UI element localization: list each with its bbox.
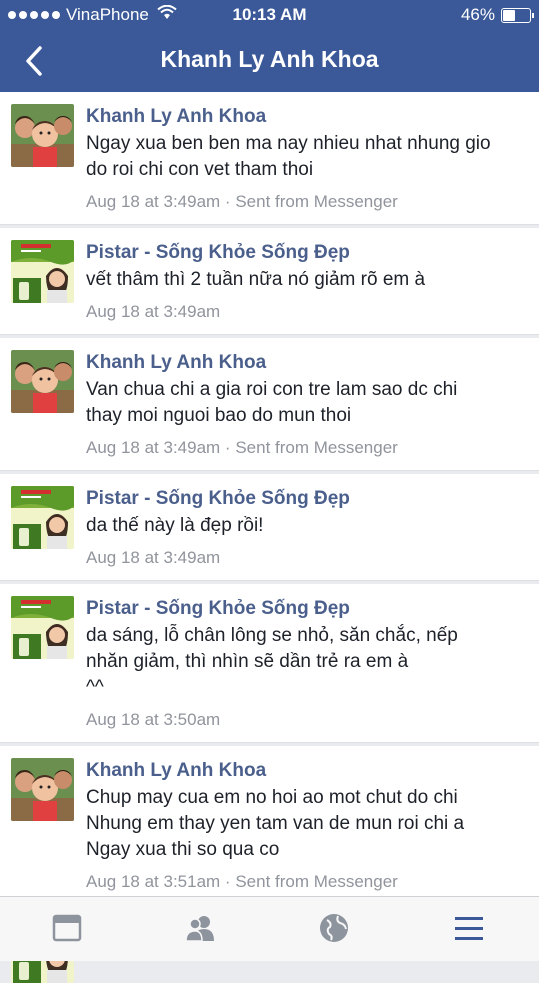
battery-percent: 46% <box>460 5 495 24</box>
avatar[interactable] <box>11 486 74 549</box>
sender-name[interactable]: Khanh Ly Anh Khoa <box>86 760 266 782</box>
sender-name[interactable]: Khanh Ly Anh Khoa <box>86 352 266 374</box>
message-meta: Aug 18 at 3:49am <box>86 548 221 567</box>
message-line: Ngay xua ben ben ma nay nhieu nhat nhung… <box>86 133 491 154</box>
message-item[interactable]: Khanh Ly Anh Khoa Ngay xua ben ben ma nay… <box>0 92 539 225</box>
sender-name[interactable]: Khanh Ly Anh Khoa <box>86 106 266 128</box>
sender-name[interactable]: Pistar - Sống Khỏe Sống Đẹp <box>86 242 350 264</box>
message-line: ^^ <box>86 677 104 698</box>
battery-status: 46% <box>460 5 534 25</box>
page-title: Khanh Ly Anh Khoa <box>160 46 379 72</box>
message-item[interactable]: Pistar - Sống Khỏe Sống Đẹp vết thâm thì … <box>0 228 539 335</box>
top-header: VinaPhone 10:13 AM 46% Khanh Ly Anh Khoa <box>0 0 539 92</box>
battery-icon <box>501 7 534 23</box>
friends-icon[interactable] <box>183 911 217 945</box>
message-meta: Aug 18 at 3:50am <box>86 710 221 729</box>
sender-name[interactable]: Pistar - Sống Khỏe Sống Đẹp <box>86 488 350 510</box>
message-meta: Aug 18 at 3:49am · Sent from Messenger <box>86 438 398 457</box>
message-text: Ngay xua ben ben ma nay nhieu nhat nhung… <box>86 131 526 183</box>
avatar[interactable] <box>11 758 74 821</box>
message-item[interactable]: Khanh Ly Anh Khoa Chup may cua em no hoi … <box>0 746 539 905</box>
sender-name[interactable]: Pistar - Sống Khỏe Sống Đẹp <box>86 598 350 620</box>
message-text: Van chua chi a gia roi con tre lam sao d… <box>86 377 526 429</box>
message-item[interactable]: Pistar - Sống Khỏe Sống Đẹp da thế này là… <box>0 474 539 581</box>
message-line: thay moi nguoi bao do mun thoi <box>86 405 352 426</box>
news-feed-icon[interactable] <box>50 911 84 945</box>
message-meta: Aug 18 at 3:51am · Sent from Messenger <box>86 872 398 891</box>
message-line: nhăn giảm, thì nhìn sẽ dần trẻ ra em à <box>86 651 409 672</box>
status-bar: VinaPhone 10:13 AM 46% <box>0 0 539 30</box>
bottom-tab-bar <box>0 896 539 961</box>
message-list: Khanh Ly Anh Khoa Ngay xua ben ben ma nay… <box>0 92 539 983</box>
message-text: Chup may cua em no hoi ao mot chut do ch… <box>86 785 526 863</box>
message-item[interactable]: Khanh Ly Anh Khoa Van chua chi a gia roi … <box>0 338 539 471</box>
message-item[interactable]: Pistar - Sống Khỏe Sống Đẹp da sáng, lỗ c… <box>0 584 539 743</box>
avatar[interactable] <box>11 350 74 413</box>
avatar[interactable] <box>11 240 74 303</box>
menu-icon[interactable] <box>452 911 486 945</box>
message-line: Nhung em thay yen tam van de mun roi chi… <box>86 813 465 834</box>
avatar[interactable] <box>11 596 74 659</box>
message-line: Van chua chi a gia roi con tre lam sao d… <box>86 379 458 400</box>
message-text: da sáng, lỗ chân lông se nhỏ, săn chắc, … <box>86 623 526 701</box>
message-line: vết thâm thì 2 tuần nữa nó giảm rõ em à <box>86 269 426 290</box>
globe-icon[interactable] <box>317 911 351 945</box>
clock: 10:13 AM <box>232 5 307 24</box>
message-line: da thế này là đẹp rồi! <box>86 515 264 536</box>
message-line: da sáng, lỗ chân lông se nhỏ, săn chắc, … <box>86 625 458 646</box>
message-line: do roi chi con vet tham thoi <box>86 159 314 180</box>
message-text: vết thâm thì 2 tuần nữa nó giảm rõ em à <box>86 267 526 293</box>
message-text: da thế này là đẹp rồi! <box>86 513 526 539</box>
message-line: Ngay xua thi so qua co <box>86 839 280 860</box>
message-line: Chup may cua em no hoi ao mot chut do ch… <box>86 787 458 808</box>
message-meta: Aug 18 at 3:49am · Sent from Messenger <box>86 192 398 211</box>
message-meta: Aug 18 at 3:49am <box>86 302 221 321</box>
avatar[interactable] <box>11 104 74 167</box>
